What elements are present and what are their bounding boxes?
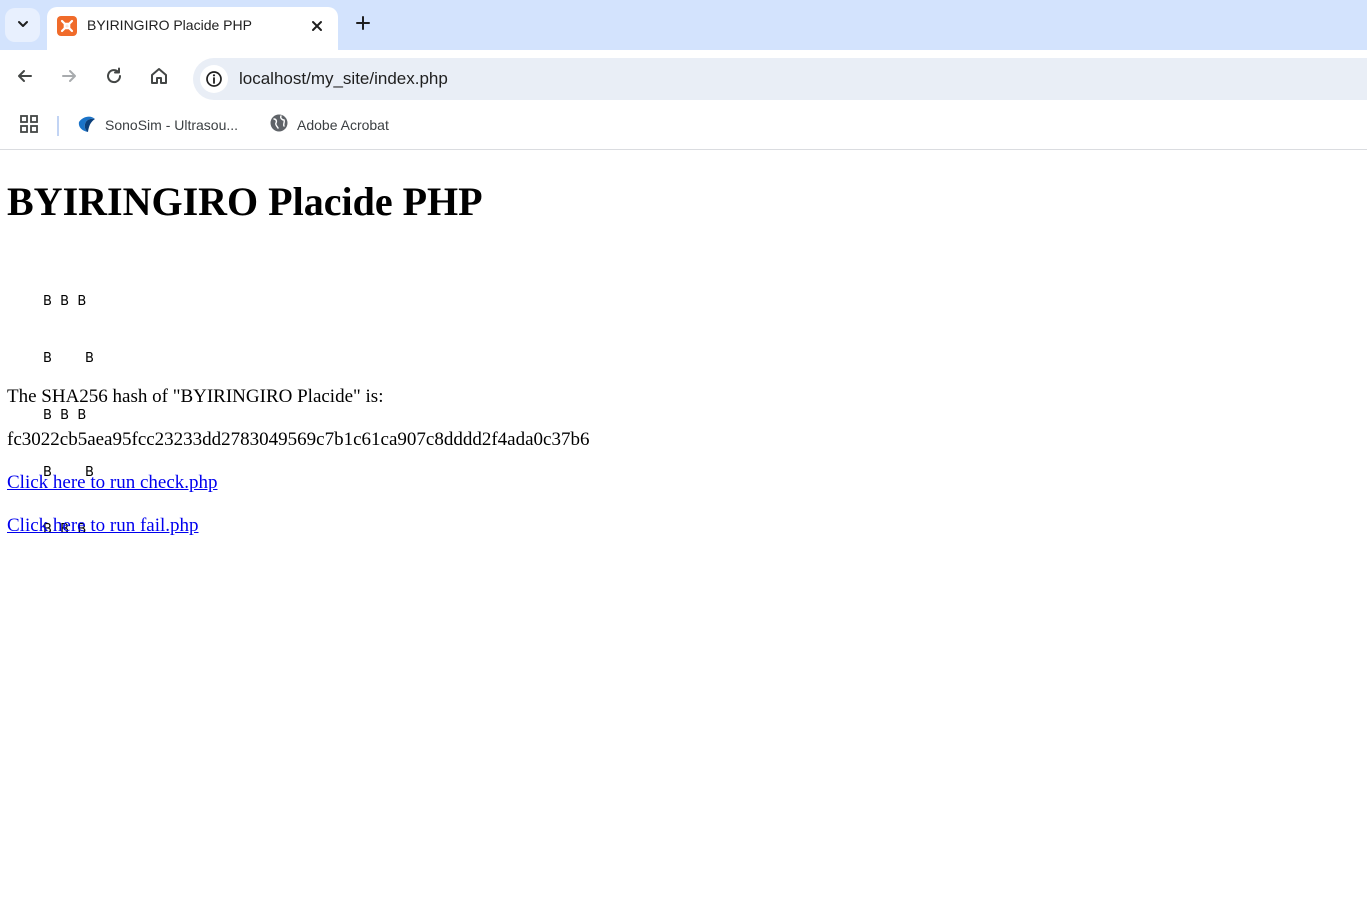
url-text[interactable]: localhost/my_site/index.php (239, 69, 448, 89)
address-bar[interactable]: localhost/my_site/index.php (193, 58, 1367, 100)
tab-strip: BYIRINGIRO Placide PHP (0, 0, 1367, 50)
reload-icon (104, 66, 124, 90)
back-button[interactable] (11, 64, 39, 92)
bookmark-adobe-acrobat[interactable]: Adobe Acrobat (269, 114, 389, 136)
tab-title: BYIRINGIRO Placide PHP (87, 17, 252, 33)
hash-intro-text: The SHA256 hash of "BYIRINGIRO Placide" … (7, 386, 384, 407)
close-icon[interactable] (307, 16, 327, 36)
bookmarks-separator (57, 116, 59, 136)
hash-value-text: fc3022cb5aea95fcc23233dd2783049569c7b1c6… (7, 429, 590, 450)
bookmark-label: SonoSim - Ultrasou... (105, 117, 239, 133)
xampp-icon (57, 16, 77, 36)
bookmark-sonosim[interactable]: SonoSim - Ultrasou... (77, 114, 238, 136)
arrow-right-icon (59, 66, 79, 90)
pattern-row: B B (43, 351, 94, 366)
active-tab[interactable]: BYIRINGIRO Placide PHP (47, 7, 338, 50)
globe-icon (269, 113, 289, 137)
bookmark-label: Adobe Acrobat (297, 117, 389, 133)
chevron-down-icon (16, 16, 30, 35)
plus-icon (355, 15, 371, 35)
apps-grid-icon (19, 114, 39, 138)
page-content: BYIRINGIRO Placide PHP B B B B B B B B B… (0, 151, 1367, 922)
apps-button[interactable] (18, 115, 40, 137)
page-title: BYIRINGIRO Placide PHP (7, 179, 483, 224)
browser-toolbar: localhost/my_site/index.php (0, 50, 1367, 108)
home-icon (149, 66, 169, 90)
info-icon[interactable] (200, 65, 228, 93)
new-tab-button[interactable] (350, 12, 376, 38)
check-php-link[interactable]: Click here to run check.php (7, 472, 218, 494)
arrow-left-icon (15, 66, 35, 90)
forward-button[interactable] (55, 64, 83, 92)
bookmarks-bar: SonoSim - Ultrasou... Adobe Acrobat (0, 108, 1367, 150)
sonosim-icon (77, 113, 97, 137)
pattern-row: B B B (43, 294, 87, 309)
tab-search-button[interactable] (5, 8, 40, 42)
home-button[interactable] (145, 64, 173, 92)
pattern-row: B B B (43, 408, 87, 423)
fail-php-link[interactable]: Click here to run fail.php (7, 515, 199, 537)
reload-button[interactable] (100, 64, 128, 92)
